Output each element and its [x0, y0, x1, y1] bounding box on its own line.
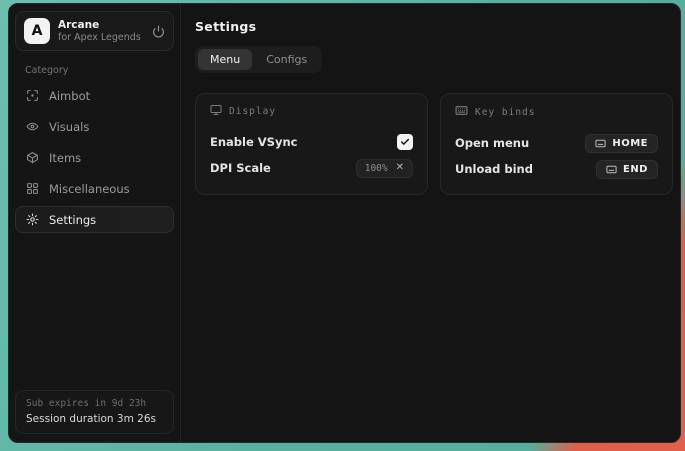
display-card-title: Display: [229, 106, 276, 117]
page-title: Settings: [195, 19, 673, 34]
grid-icon: [26, 182, 39, 195]
keyboard-icon: [595, 138, 606, 149]
keybind-value: END: [623, 164, 648, 175]
sidebar: A Arcane for Apex Legends Category: [9, 4, 181, 442]
keybinds-card: Key binds Open menu HOME Unload bin: [440, 93, 673, 195]
keyboard-icon: [455, 104, 468, 120]
open-menu-label: Open menu: [455, 136, 529, 150]
crosshair-icon: [26, 89, 39, 102]
open-menu-row: Open menu HOME: [455, 130, 658, 156]
open-menu-keybind-button[interactable]: HOME: [585, 134, 658, 153]
tab-menu[interactable]: Menu: [198, 49, 252, 70]
main-content: Settings Menu Configs Display Enable VSy…: [181, 4, 681, 442]
tab-configs[interactable]: Configs: [254, 49, 319, 70]
session-duration-text: Session duration 3m 26s: [26, 413, 163, 425]
subscription-box: Sub expires in 9d 23h Session duration 3…: [15, 390, 174, 434]
gear-icon: [26, 213, 39, 226]
sidebar-item-items[interactable]: Items: [15, 144, 174, 171]
monitor-icon: [210, 104, 222, 119]
unload-bind-label: Unload bind: [455, 162, 533, 176]
sidebar-item-settings[interactable]: Settings: [15, 206, 174, 233]
tab-bar: Menu Configs: [195, 46, 322, 73]
sidebar-item-label: Visuals: [49, 120, 89, 134]
keybind-value: HOME: [612, 138, 648, 149]
sidebar-item-visuals[interactable]: Visuals: [15, 113, 174, 140]
app-title: Arcane: [58, 19, 144, 32]
power-icon[interactable]: [152, 25, 165, 38]
sidebar-nav: Aimbot Visuals Items: [15, 82, 174, 233]
keybinds-card-title: Key binds: [475, 107, 535, 118]
category-label: Category: [25, 65, 174, 76]
sidebar-item-label: Miscellaneous: [49, 182, 130, 196]
logo-text: Arcane for Apex Legends: [58, 19, 144, 44]
keybinds-card-header: Key binds: [455, 104, 658, 120]
sub-expires-text: Sub expires in 9d 23h: [26, 398, 163, 409]
app-subtitle: for Apex Legends: [58, 32, 144, 44]
eye-icon: [26, 120, 39, 133]
app-window: A Arcane for Apex Legends Category: [8, 3, 681, 443]
dpi-label: DPI Scale: [210, 161, 271, 175]
display-card-header: Display: [210, 104, 413, 119]
keyboard-icon: [606, 164, 617, 175]
dpi-row: DPI Scale 100% ✕: [210, 155, 413, 181]
dpi-value: 100%: [365, 163, 388, 174]
app-logo: A: [24, 18, 50, 44]
clear-icon[interactable]: ✕: [396, 163, 404, 173]
settings-cards: Display Enable VSync DPI Scale 100% ✕: [195, 93, 673, 195]
cube-icon: [26, 151, 39, 164]
sidebar-item-miscellaneous[interactable]: Miscellaneous: [15, 175, 174, 202]
check-icon: [400, 137, 410, 147]
sidebar-spacer: [15, 233, 174, 390]
sidebar-item-label: Settings: [49, 213, 96, 227]
sidebar-item-aimbot[interactable]: Aimbot: [15, 82, 174, 109]
logo-card: A Arcane for Apex Legends: [15, 11, 174, 51]
sidebar-item-label: Items: [49, 151, 81, 165]
dpi-scale-input[interactable]: 100% ✕: [356, 159, 413, 178]
vsync-checkbox[interactable]: [397, 134, 413, 150]
unload-bind-row: Unload bind END: [455, 156, 658, 182]
sidebar-item-label: Aimbot: [49, 89, 90, 103]
display-card: Display Enable VSync DPI Scale 100% ✕: [195, 93, 428, 195]
vsync-label: Enable VSync: [210, 135, 297, 149]
vsync-row: Enable VSync: [210, 129, 413, 155]
unload-bind-keybind-button[interactable]: END: [596, 160, 658, 179]
